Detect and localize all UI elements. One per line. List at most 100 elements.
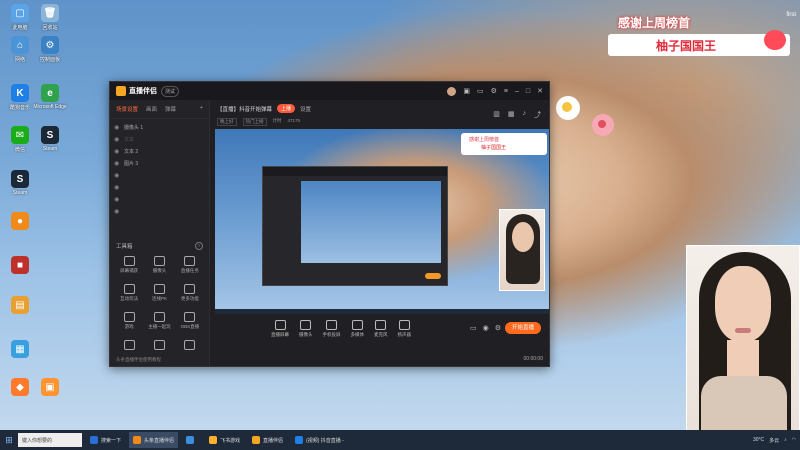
desktop-icon-glyph: S [11, 170, 29, 188]
scene-item[interactable]: ◉ [114, 181, 205, 193]
desktop-icon[interactable]: ⌂ 网络 [4, 36, 36, 63]
bell-icon[interactable]: ♪ [523, 110, 527, 120]
visibility-eye-icon[interactable]: ◉ [114, 196, 120, 203]
minimize-icon[interactable]: – [515, 88, 519, 95]
taskbar-app[interactable]: (视频) 抖音直播 - [291, 432, 348, 448]
room-title[interactable]: 【直播】抖音开始弹幕 [217, 105, 272, 113]
start-live-button[interactable]: 开始直播 [505, 322, 541, 334]
nested-preview-window [262, 166, 448, 286]
visibility-eye-icon[interactable]: ◉ [114, 160, 120, 167]
toolbox-title: 工具箱 [116, 244, 133, 250]
desktop-icon[interactable]: ◆ [4, 378, 36, 398]
toolbox-item[interactable]: 游戏 [114, 312, 144, 330]
scene-item[interactable]: ◉ [114, 169, 205, 181]
taskbar-app-icon [295, 436, 304, 444]
scene-item[interactable]: ◉ 文本 2 [114, 145, 205, 157]
scene-item[interactable]: ◉ 图片 3 [114, 157, 205, 169]
desktop-icon[interactable]: ▣ [34, 378, 66, 398]
desktop-icon[interactable]: e Microsoft Edge [33, 84, 67, 110]
taskbar-app[interactable] [182, 432, 201, 448]
visibility-eye-icon[interactable]: ◉ [114, 124, 120, 131]
sidebar: 场景设置 画面 弹幕 + ◉ 摄像头 1 ◉ 文本 ◉ 文本 2 ◉ 图片 3 ◉ ◉ ◉ ◉ 工具箱… [110, 100, 210, 366]
settings-icon[interactable]: ⚙ [491, 87, 497, 95]
toolbox-item[interactable] [175, 340, 205, 352]
maximize-icon[interactable]: □ [526, 88, 530, 95]
source-control[interactable]: 扬声器 [398, 320, 411, 338]
share-icon[interactable]: ⤴ [534, 110, 541, 120]
desktop-icon-glyph: S [41, 126, 59, 144]
close-icon[interactable]: ✕ [537, 87, 543, 95]
source-control[interactable]: 麦克风 [374, 320, 388, 338]
banner-line-1: 感谢上周榜首 [618, 16, 691, 30]
desktop-icon-glyph: ⚙ [41, 36, 59, 54]
desktop-icon[interactable]: ■ [4, 256, 36, 276]
tutorial-link[interactable]: 头条直播伴侣使用教程 [116, 357, 161, 363]
desktop-icon[interactable]: ⚙ 控制面板 [34, 36, 66, 63]
room-settings-link[interactable]: 设置 [300, 105, 311, 113]
toolbox-item[interactable]: 屏幕捕获 [114, 256, 144, 274]
taskbar-app[interactable]: 头条直播伴侣 [129, 432, 179, 448]
source-control[interactable]: 直播屏幕 [271, 320, 289, 338]
desktop-icon[interactable]: ✉ 微信 [4, 126, 36, 153]
desktop-icon[interactable]: S Steam [4, 170, 36, 196]
source-control[interactable]: 手机投屏 [323, 320, 341, 338]
menu-icon[interactable]: ≡ [504, 88, 508, 95]
desktop-icon[interactable]: ● [4, 212, 36, 232]
taskbar-search[interactable]: 键入你想要的 [18, 433, 82, 447]
tool-label: 更多功能 [180, 296, 199, 301]
toolbox-item[interactable]: 摄像头 [144, 256, 174, 274]
scene-item[interactable]: ◉ [114, 205, 205, 217]
desktop-icon[interactable]: ▦ [4, 340, 36, 360]
tab-scenes[interactable]: 场景设置 [116, 105, 138, 113]
message-icon[interactable]: ▭ [477, 87, 484, 95]
eye-icon[interactable]: ◉ [483, 324, 489, 332]
toolbox-item[interactable]: 更多功能 [175, 284, 205, 302]
tab-canvas[interactable]: 画面 [146, 105, 157, 113]
visibility-eye-icon[interactable]: ◉ [114, 184, 120, 191]
tab-comments[interactable]: 弹幕 [165, 105, 176, 113]
desktop-icon[interactable]: ▢ 此电脑 [4, 4, 36, 31]
preview-camera-source[interactable] [499, 209, 545, 291]
windows-start-icon[interactable]: ⊞ [0, 435, 18, 446]
toolbox-item[interactable]: OBS直播 [175, 312, 205, 330]
source-control[interactable]: 摄像头 [299, 320, 313, 338]
toolbox-item[interactable]: 直播任务 [175, 256, 205, 274]
version-badge[interactable]: 测试 [161, 85, 180, 97]
desktop-icon[interactable]: K 酷狗音乐 [4, 84, 36, 111]
taskbar-app[interactable]: 搜索一下 [86, 432, 125, 448]
layout-icon[interactable]: ▦ [508, 110, 515, 120]
weather-temp[interactable]: 30°C [753, 437, 764, 443]
toolbox-item[interactable]: 互动玩法 [114, 284, 144, 302]
gear-icon[interactable]: ⚙ [495, 324, 501, 332]
live-preview-canvas[interactable]: 感谢上周榜首 柚子国国王 [215, 129, 549, 317]
weather-desc: 多云 [769, 437, 780, 444]
scene-item[interactable]: ◉ [114, 193, 205, 205]
desktop-icon[interactable]: ▤ [4, 296, 36, 316]
toolbox-item[interactable]: 连线PK [144, 284, 174, 302]
desktop-icon-glyph: K [11, 84, 29, 102]
visibility-eye-icon[interactable]: ◉ [114, 136, 120, 143]
visibility-eye-icon[interactable]: ◉ [114, 208, 120, 215]
system-tray: 30°C 多云 ♪ ◠ [753, 437, 800, 444]
desktop-icon[interactable]: 🗑 回收站 [34, 4, 66, 31]
source-control[interactable]: 多媒体 [351, 320, 364, 338]
scene-item[interactable]: ◉ 摄像头 1 [114, 121, 205, 133]
toolbox-item[interactable] [144, 340, 174, 352]
desktop-icon[interactable]: S Steam [34, 126, 66, 152]
scene-item[interactable]: ◉ 文本 [114, 133, 205, 145]
taskbar-app[interactable]: 飞书游戏 [205, 432, 244, 448]
add-scene-icon[interactable]: + [200, 105, 203, 113]
gift-icon[interactable]: ▣ [463, 87, 470, 95]
visibility-eye-icon[interactable]: ◉ [114, 148, 120, 155]
toolbox-more-icon[interactable]: › [195, 242, 203, 250]
record-icon[interactable]: ▭ [470, 324, 477, 332]
user-avatar[interactable] [447, 86, 457, 96]
toolbox-item[interactable]: 主播一起玩 [144, 312, 174, 330]
taskbar-app[interactable]: 直播伴侣 [248, 432, 287, 448]
store-icon[interactable]: ▥ [493, 110, 500, 120]
toolbox-item[interactable] [114, 340, 144, 352]
network-icon[interactable]: ◠ [792, 437, 796, 443]
visibility-eye-icon[interactable]: ◉ [114, 172, 120, 179]
live-pill[interactable]: 上播 [277, 104, 296, 113]
volume-icon[interactable]: ♪ [784, 437, 787, 443]
